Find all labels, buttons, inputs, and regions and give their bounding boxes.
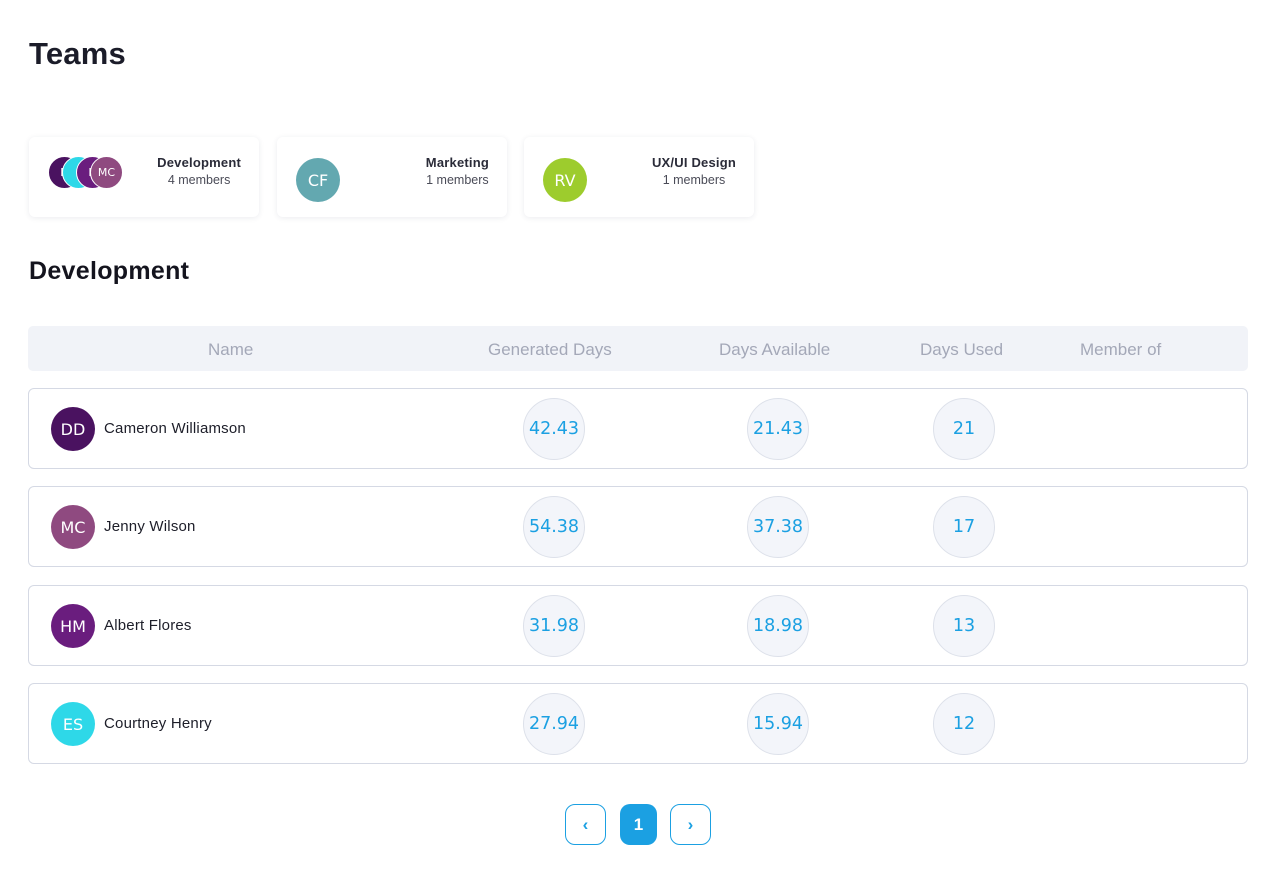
generated-days-value: 54.38	[523, 496, 585, 558]
team-avatar-stack: D H MC	[48, 156, 128, 189]
avatar: DD	[51, 407, 95, 451]
days-used-value: 13	[933, 595, 995, 657]
member-name: Jenny Wilson	[104, 518, 196, 535]
column-header-days-used[interactable]: Days Used	[920, 340, 1003, 360]
team-member-count: 1 members	[662, 173, 726, 187]
column-header-member-of[interactable]: Member of	[1080, 340, 1161, 360]
days-available-value: 21.43	[747, 398, 809, 460]
table-row[interactable]: ES Courtney Henry 27.94 15.94 12	[28, 683, 1248, 764]
team-card-marketing[interactable]: CF Marketing 1 members	[277, 137, 507, 217]
team-name: Marketing	[425, 155, 489, 170]
avatar: CF	[296, 158, 340, 202]
avatar: MC	[90, 156, 123, 189]
table-row[interactable]: MC Jenny Wilson 54.38 37.38 17	[28, 486, 1248, 567]
team-name: UX/UI Design	[651, 155, 736, 170]
team-info: Development 4 members	[157, 155, 241, 187]
chevron-right-icon: ›	[687, 814, 694, 834]
chevron-left-icon: ‹	[582, 814, 589, 834]
table-row[interactable]: HM Albert Flores 31.98 18.98 13	[28, 585, 1248, 666]
team-info: UX/UI Design 1 members	[652, 155, 736, 187]
column-header-name[interactable]: Name	[208, 340, 253, 360]
column-header-generated-days[interactable]: Generated Days	[488, 340, 612, 360]
table-header: Name Generated Days Days Available Days …	[28, 326, 1248, 371]
column-header-days-available[interactable]: Days Available	[719, 340, 830, 360]
days-available-value: 18.98	[747, 595, 809, 657]
team-member-count: 1 members	[426, 173, 489, 187]
generated-days-value: 31.98	[523, 595, 585, 657]
section-title: Development	[29, 257, 190, 285]
generated-days-value: 27.94	[523, 693, 585, 755]
generated-days-value: 42.43	[523, 398, 585, 460]
days-used-value: 17	[933, 496, 995, 558]
team-card-development[interactable]: D H MC Development 4 members	[29, 137, 259, 217]
member-name: Albert Flores	[104, 617, 192, 634]
member-name: Courtney Henry	[104, 715, 212, 732]
team-info: Marketing 1 members	[426, 155, 489, 187]
avatar: MC	[51, 505, 95, 549]
days-available-value: 37.38	[747, 496, 809, 558]
avatar: RV	[543, 158, 587, 202]
prev-page-button[interactable]: ‹	[565, 804, 606, 845]
member-name: Cameron Williamson	[104, 420, 246, 437]
table-row[interactable]: DD Cameron Williamson 42.43 21.43 21	[28, 388, 1248, 469]
avatar: HM	[51, 604, 95, 648]
page-1-button[interactable]: 1	[620, 804, 657, 845]
page-title: Teams	[29, 36, 126, 71]
days-available-value: 15.94	[747, 693, 809, 755]
team-member-count: 4 members	[167, 173, 231, 187]
team-name: Development	[157, 155, 241, 170]
days-used-value: 21	[933, 398, 995, 460]
team-card-ux-ui-design[interactable]: RV UX/UI Design 1 members	[524, 137, 754, 217]
avatar: ES	[51, 702, 95, 746]
next-page-button[interactable]: ›	[670, 804, 711, 845]
days-used-value: 12	[933, 693, 995, 755]
